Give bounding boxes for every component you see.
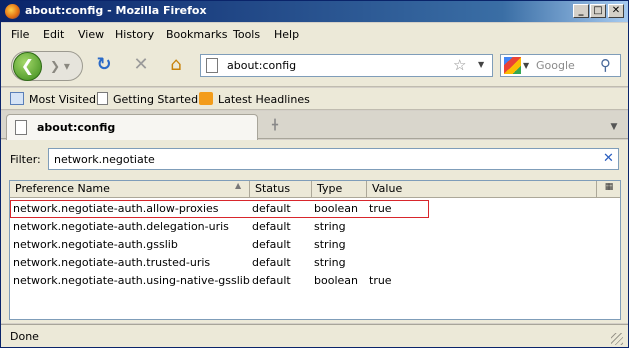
menu-bookmarks[interactable]: Bookmarks xyxy=(166,28,227,41)
about-config-page: Filter: network.negotiate ✕ Preference N… xyxy=(1,140,628,323)
menu-file[interactable]: File xyxy=(11,28,29,41)
clear-filter-icon[interactable]: ✕ xyxy=(603,151,614,166)
table-row[interactable]: network.negotiate-auth.using-native-gssl… xyxy=(10,272,620,290)
pref-name: network.negotiate-auth.delegation-uris xyxy=(13,220,229,233)
reload-button[interactable]: ↻ xyxy=(93,54,115,76)
tab-label: about:config xyxy=(37,121,116,134)
back-button[interactable]: ❮ xyxy=(13,52,42,81)
home-button[interactable]: ⌂ xyxy=(165,54,187,76)
search-input[interactable]: Google xyxy=(536,59,575,72)
sort-ascending-icon: ▲ xyxy=(235,181,242,190)
engine-dropdown-icon[interactable]: ▼ xyxy=(523,61,529,70)
pref-name: network.negotiate-auth.using-native-gssl… xyxy=(13,274,250,287)
resize-grip[interactable] xyxy=(611,333,623,345)
address-input[interactable]: about:config xyxy=(227,59,296,72)
column-header-name[interactable]: Preference Name xyxy=(10,181,250,198)
menu-bar: File Edit View History Bookmarks Tools H… xyxy=(1,23,628,45)
filter-label: Filter: xyxy=(10,153,41,166)
table-row[interactable]: network.negotiate-auth.delegation-uris d… xyxy=(10,218,620,236)
highlight-annotation-box xyxy=(10,200,429,218)
tab-strip: about:config ╋ ▼ xyxy=(1,111,628,140)
bookmark-most-visited[interactable]: Most Visited xyxy=(10,92,96,106)
page-icon xyxy=(97,92,108,105)
pref-name: network.negotiate-auth.gsslib xyxy=(13,238,178,251)
search-icon[interactable]: ⚲ xyxy=(600,56,611,74)
column-header-type[interactable]: Type xyxy=(312,181,367,198)
new-tab-button[interactable]: ╋ xyxy=(260,116,290,138)
close-button[interactable]: ✕ xyxy=(608,4,624,18)
menu-history[interactable]: History xyxy=(115,28,154,41)
minimize-button[interactable]: _ xyxy=(573,4,589,18)
pref-type: boolean xyxy=(314,274,358,287)
navigation-toolbar: ❮ ❯ ▾ ↻ ✕ ⌂ about:config ☆ ▼ ▼ Google ⚲ xyxy=(1,45,628,87)
column-picker-icon[interactable]: ▦ xyxy=(600,182,618,196)
address-bar[interactable]: about:config ☆ ▼ xyxy=(200,54,493,77)
tab-about-config[interactable]: about:config xyxy=(6,114,258,140)
menu-view[interactable]: View xyxy=(78,28,104,41)
column-header-value[interactable]: Value xyxy=(367,181,597,198)
pref-type: string xyxy=(314,256,346,269)
maximize-button[interactable]: □ xyxy=(590,4,606,18)
firefox-icon xyxy=(5,4,20,19)
table-row[interactable]: network.negotiate-auth.trusted-uris defa… xyxy=(10,254,620,272)
page-icon xyxy=(206,58,218,73)
pref-status: default xyxy=(252,238,291,251)
search-bar[interactable]: ▼ Google ⚲ xyxy=(500,54,621,77)
google-engine-icon[interactable] xyxy=(504,57,521,74)
rss-feed-icon xyxy=(199,92,213,105)
filter-field[interactable]: network.negotiate ✕ xyxy=(48,148,619,170)
table-header: Preference Name ▲ Status Type Value ▦ xyxy=(10,181,620,198)
tab-list-dropdown-icon[interactable]: ▼ xyxy=(605,117,623,137)
title-bar: about:config - Mozilla Firefox _ □ ✕ xyxy=(1,1,628,22)
pref-type: string xyxy=(314,238,346,251)
page-icon xyxy=(15,120,27,135)
menu-edit[interactable]: Edit xyxy=(43,28,64,41)
bookmarks-toolbar: Most Visited Getting Started Latest Head… xyxy=(1,88,628,110)
pref-name: network.negotiate-auth.trusted-uris xyxy=(13,256,211,269)
url-dropdown-icon[interactable]: ▼ xyxy=(478,60,484,69)
filter-input[interactable]: network.negotiate xyxy=(54,153,155,166)
column-header-status[interactable]: Status xyxy=(250,181,312,198)
menu-help[interactable]: Help xyxy=(274,28,299,41)
stop-button[interactable]: ✕ xyxy=(130,54,152,76)
pref-status: default xyxy=(252,274,291,287)
firefox-window: about:config - Mozilla Firefox _ □ ✕ Fil… xyxy=(0,0,629,348)
bookmark-star-icon[interactable]: ☆ xyxy=(453,56,466,74)
pref-status: default xyxy=(252,256,291,269)
folder-icon xyxy=(10,92,24,105)
bookmark-latest-headlines[interactable]: Latest Headlines xyxy=(199,92,310,106)
bookmark-getting-started[interactable]: Getting Started xyxy=(97,92,198,106)
status-bar: Done xyxy=(1,324,628,347)
table-row[interactable]: network.negotiate-auth.gsslib default st… xyxy=(10,236,620,254)
preferences-table: Preference Name ▲ Status Type Value ▦ ne… xyxy=(9,180,621,320)
pref-value: true xyxy=(369,274,392,287)
status-text: Done xyxy=(10,330,39,343)
menu-tools[interactable]: Tools xyxy=(233,28,260,41)
window-title: about:config - Mozilla Firefox xyxy=(25,4,207,17)
forward-button[interactable]: ❯ ▾ xyxy=(50,59,70,73)
pref-type: string xyxy=(314,220,346,233)
pref-status: default xyxy=(252,220,291,233)
